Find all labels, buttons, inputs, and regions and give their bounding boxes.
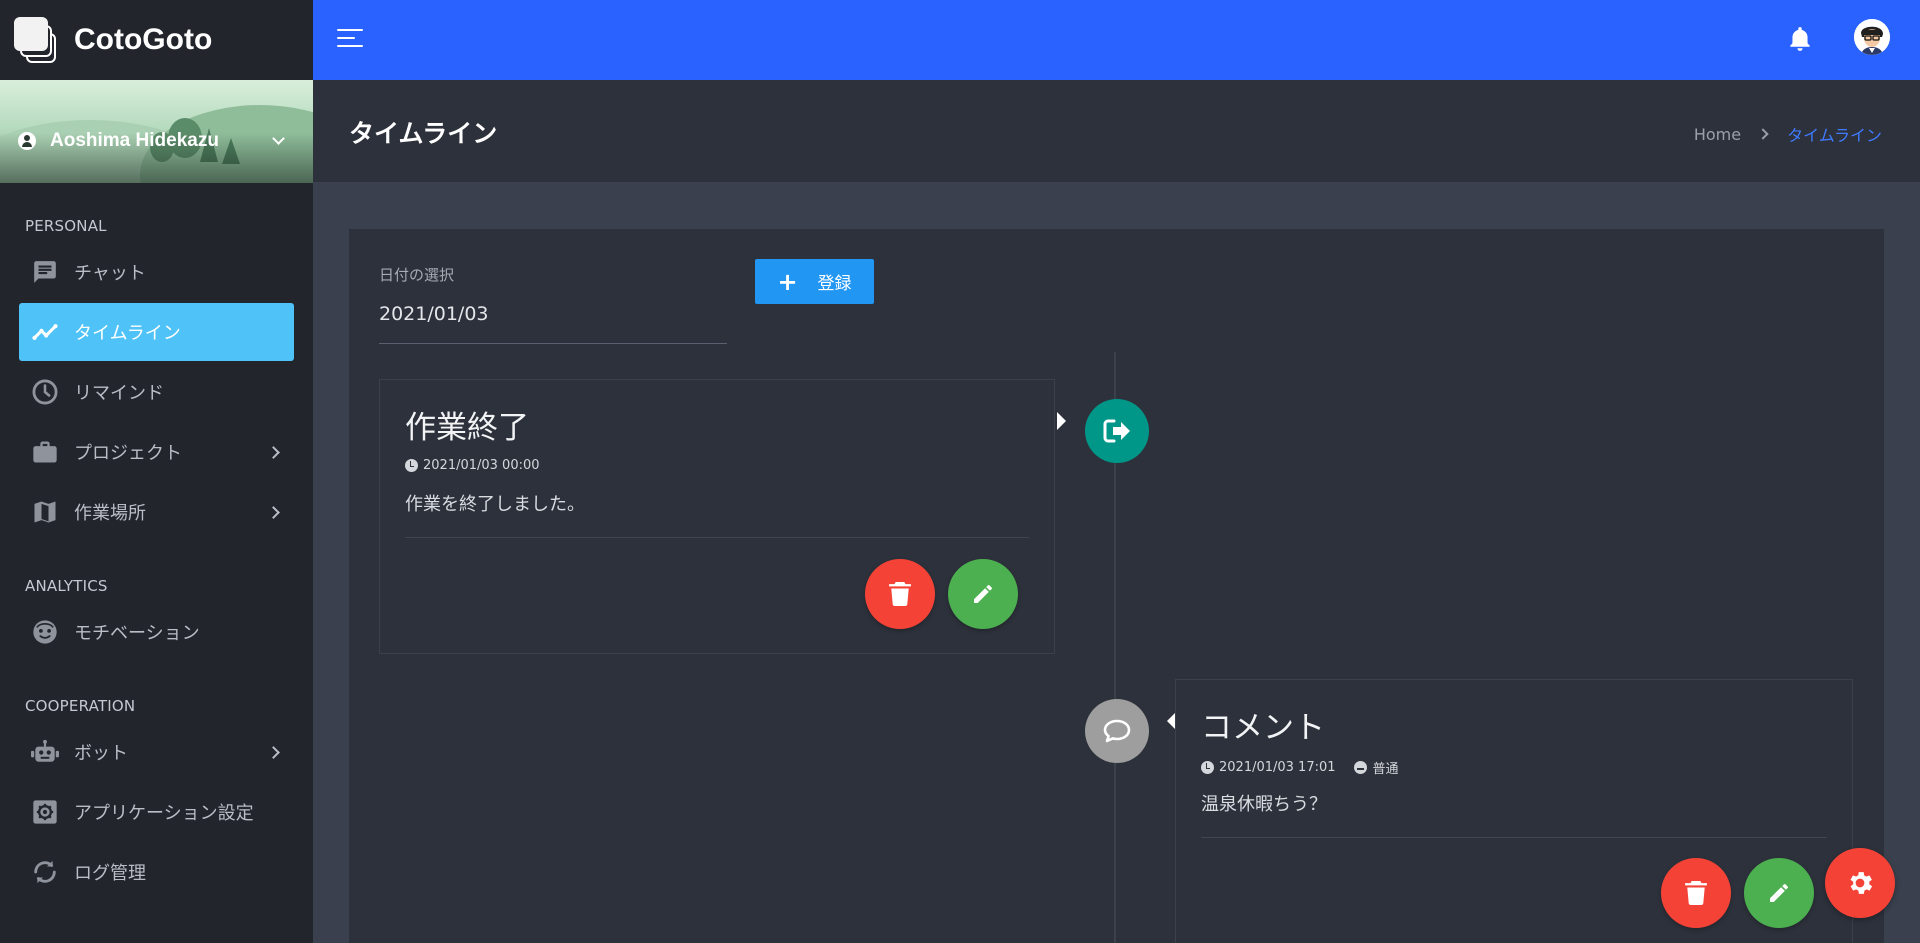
chevron-down-icon[interactable] bbox=[272, 131, 285, 145]
avatar[interactable] bbox=[1854, 19, 1890, 55]
entry-datetime: 2021/01/03 17:01 bbox=[1219, 760, 1336, 775]
entry-divider bbox=[1201, 837, 1827, 838]
nav-section-cooperation: COOPERATION bbox=[25, 697, 136, 715]
user-name: Aoshima Hidekazu bbox=[50, 130, 219, 151]
page-header: タイムライン Home タイムライン bbox=[313, 80, 1920, 182]
breadcrumb: Home タイムライン bbox=[1694, 122, 1882, 146]
user-banner: Aoshima Hidekazu bbox=[0, 80, 313, 183]
sidebar-item-workplace[interactable]: 作業場所 bbox=[19, 483, 294, 541]
register-button[interactable]: + 登録 bbox=[755, 259, 874, 304]
clock-icon bbox=[1201, 761, 1214, 774]
sidebar-item-label: モチベーション bbox=[74, 623, 200, 644]
clock-icon bbox=[405, 459, 418, 472]
menu-toggle-icon[interactable] bbox=[337, 28, 365, 50]
entry-title: 作業終了 bbox=[405, 410, 529, 446]
chevron-right-icon bbox=[267, 505, 280, 519]
bell-icon[interactable] bbox=[1787, 25, 1813, 53]
timeline-card: 日付の選択 2021/01/03 + 登録 作業終了 2021/01/03 00… bbox=[349, 229, 1884, 943]
sidebar-item-label: プロジェクト bbox=[74, 443, 182, 464]
sidebar-item-label: ボット bbox=[74, 743, 128, 764]
pencil-icon bbox=[1770, 884, 1788, 902]
page-title: タイムライン bbox=[349, 119, 498, 148]
entry-title: コメント bbox=[1201, 710, 1325, 746]
clock-icon bbox=[31, 378, 59, 406]
logo-icon bbox=[14, 17, 60, 63]
sync-icon bbox=[31, 858, 59, 886]
comment-icon bbox=[1103, 719, 1131, 743]
plus-icon: + bbox=[777, 267, 798, 296]
entry-body: 作業を終了しました。 bbox=[405, 494, 585, 515]
entry-datetime: 2021/01/03 00:00 bbox=[423, 458, 540, 473]
briefcase-icon bbox=[31, 438, 59, 466]
sidebar-item-label: アプリケーション設定 bbox=[74, 803, 254, 824]
chevron-right-icon bbox=[267, 745, 280, 759]
account-circle-icon bbox=[18, 132, 36, 150]
sidebar-item-project[interactable]: プロジェクト bbox=[19, 423, 294, 481]
timeline-icon bbox=[31, 318, 59, 346]
nav-section-personal: PERSONAL bbox=[25, 217, 107, 235]
nav-section-analytics: ANALYTICS bbox=[25, 577, 108, 595]
register-button-label: 登録 bbox=[817, 274, 852, 294]
entry-body: 温泉休暇ちう？ bbox=[1201, 794, 1327, 815]
brand[interactable]: CotoGoto bbox=[0, 0, 313, 80]
chevron-right-icon bbox=[1757, 128, 1769, 140]
edit-button[interactable] bbox=[948, 559, 1018, 629]
trash-icon bbox=[1685, 881, 1707, 905]
sidebar-item-label: 作業場所 bbox=[74, 503, 146, 524]
gear-icon bbox=[1850, 872, 1873, 894]
breadcrumb-home-link[interactable]: Home bbox=[1694, 125, 1741, 144]
date-picker-input[interactable]: 2021/01/03 bbox=[379, 303, 489, 325]
sidebar-item-label: タイムライン bbox=[74, 323, 181, 344]
entry-divider bbox=[405, 537, 1029, 538]
sidebar: CotoGoto Aoshima Hidekazu PERSONAL チャット … bbox=[0, 0, 313, 943]
sidebar-item-label: ログ管理 bbox=[74, 863, 146, 884]
sidebar-item-app-settings[interactable]: アプリケーション設定 bbox=[19, 783, 294, 841]
delete-button[interactable] bbox=[865, 559, 935, 629]
settings-box-icon bbox=[31, 798, 59, 826]
sidebar-item-bot[interactable]: ボット bbox=[19, 723, 294, 781]
timeline-entry: 作業終了 2021/01/03 00:00 作業を終了しました。 bbox=[379, 379, 1055, 654]
sidebar-item-motivation[interactable]: モチベーション bbox=[19, 603, 294, 661]
neutral-face-icon bbox=[1353, 761, 1367, 774]
chevron-right-icon bbox=[267, 445, 280, 459]
sidebar-item-log[interactable]: ログ管理 bbox=[19, 843, 294, 901]
delete-button[interactable] bbox=[1661, 858, 1731, 928]
chat-icon bbox=[31, 258, 59, 286]
sidebar-item-label: チャット bbox=[74, 263, 146, 284]
date-picker-underline bbox=[379, 343, 727, 344]
exit-icon bbox=[1103, 419, 1130, 443]
map-icon bbox=[31, 498, 59, 526]
topbar bbox=[313, 0, 1920, 80]
face-icon bbox=[31, 618, 59, 646]
entry-mood: 普通 bbox=[1372, 762, 1399, 777]
timeline-badge bbox=[1085, 399, 1149, 463]
pencil-icon bbox=[974, 585, 992, 603]
robot-icon bbox=[31, 738, 59, 766]
date-picker-label: 日付の選択 bbox=[379, 266, 455, 284]
sidebar-item-label: リマインド bbox=[74, 383, 164, 404]
trash-icon bbox=[889, 582, 911, 606]
user-menu[interactable]: Aoshima Hidekazu bbox=[18, 130, 285, 152]
sidebar-item-remind[interactable]: リマインド bbox=[19, 363, 294, 421]
timeline-badge bbox=[1085, 699, 1149, 763]
entry-pointer bbox=[1057, 412, 1066, 430]
sidebar-item-timeline[interactable]: タイムライン bbox=[19, 303, 294, 361]
breadcrumb-current: タイムライン bbox=[1787, 126, 1882, 145]
sidebar-item-chat[interactable]: チャット bbox=[19, 243, 294, 301]
app-name: CotoGoto bbox=[74, 23, 213, 56]
settings-fab[interactable] bbox=[1825, 848, 1895, 918]
entry-meta: 2021/01/03 00:00 bbox=[405, 458, 540, 473]
entry-meta: 2021/01/03 17:01 普通 bbox=[1201, 758, 1399, 777]
edit-button[interactable] bbox=[1744, 858, 1814, 928]
